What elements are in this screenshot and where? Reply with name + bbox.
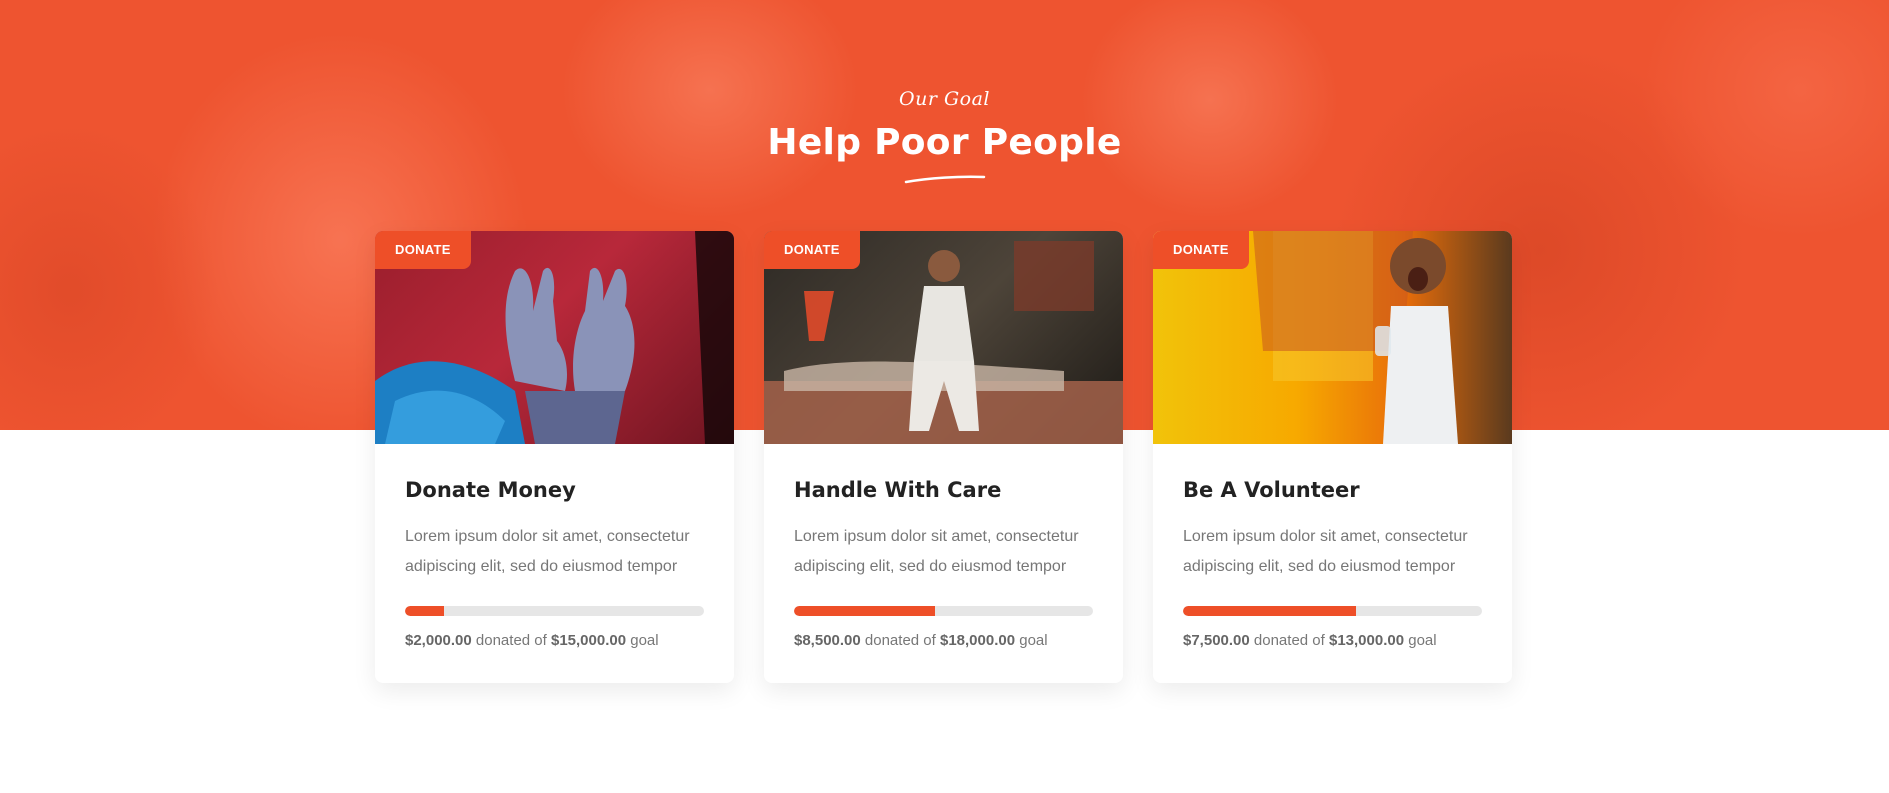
donate-badge[interactable]: DONATE <box>375 231 471 269</box>
section-header: Our Goal Help Poor People <box>0 88 1889 185</box>
donation-progress-bar <box>1183 606 1482 616</box>
goal-text: goal <box>1408 632 1437 649</box>
cause-cards: DONATE Donate Money Lorem ipsum dolor si… <box>375 231 1513 683</box>
card-description: Lorem ipsum dolor sit amet, consectetur … <box>405 528 690 575</box>
card-title[interactable]: Handle With Care <box>794 478 1093 502</box>
raised-amount: $8,500.00 <box>794 632 861 649</box>
card-title[interactable]: Donate Money <box>405 478 704 502</box>
donated-text: donated of <box>1253 632 1325 649</box>
card-description: Lorem ipsum dolor sit amet, consectetur … <box>794 528 1079 575</box>
card-description: Lorem ipsum dolor sit amet, consectetur … <box>1183 528 1468 575</box>
donation-progress-fill <box>405 606 444 616</box>
donate-badge[interactable]: DONATE <box>764 231 860 269</box>
goal-text: goal <box>630 632 659 649</box>
goal-text: goal <box>1019 632 1048 649</box>
goal-amount: $15,000.00 <box>550 632 627 649</box>
donation-progress-fill <box>794 606 935 616</box>
donation-summary: $8,500.00 donated of $18,000.00 goal <box>794 632 1093 649</box>
cause-card[interactable]: DONATE Be A Volunteer Lorem ipsum dolor … <box>1153 231 1512 683</box>
donation-progress-bar <box>794 606 1093 616</box>
raised-amount: $7,500.00 <box>1183 632 1250 649</box>
cause-card[interactable]: DONATE Donate Money Lorem ipsum dolor si… <box>375 231 734 683</box>
card-body: Handle With Care Lorem ipsum dolor sit a… <box>764 444 1123 649</box>
card-body: Be A Volunteer Lorem ipsum dolor sit ame… <box>1153 444 1512 649</box>
cause-image[interactable]: DONATE <box>375 231 734 444</box>
cause-image[interactable]: DONATE <box>764 231 1123 444</box>
title-underline-icon <box>904 175 985 184</box>
section-subtitle: Our Goal <box>899 88 990 110</box>
donate-badge[interactable]: DONATE <box>1153 231 1249 269</box>
card-title[interactable]: Be A Volunteer <box>1183 478 1482 502</box>
section-title: Help Poor People <box>767 122 1122 163</box>
donation-progress-bar <box>405 606 704 616</box>
donated-text: donated of <box>864 632 936 649</box>
cause-card[interactable]: DONATE Handle With Care Lorem ipsum dolo… <box>764 231 1123 683</box>
donation-summary: $2,000.00 donated of $15,000.00 goal <box>405 632 704 649</box>
card-body: Donate Money Lorem ipsum dolor sit amet,… <box>375 444 734 649</box>
donated-text: donated of <box>475 632 547 649</box>
cause-image[interactable]: DONATE <box>1153 231 1512 444</box>
goal-amount: $13,000.00 <box>1328 632 1405 649</box>
raised-amount: $2,000.00 <box>405 632 472 649</box>
donation-summary: $7,500.00 donated of $13,000.00 goal <box>1183 632 1482 649</box>
donation-progress-fill <box>1183 606 1357 616</box>
goal-amount: $18,000.00 <box>939 632 1016 649</box>
